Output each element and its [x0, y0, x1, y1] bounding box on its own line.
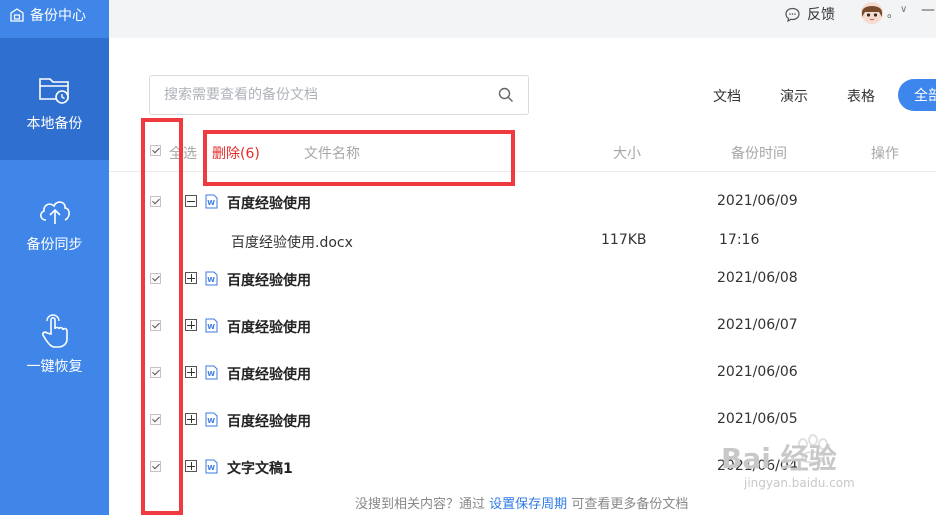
feedback-button[interactable]: 反馈 [785, 4, 835, 24]
word-doc-icon: W [205, 194, 218, 209]
chat-bubble-icon [785, 7, 800, 22]
row-date: 2021/06/05 [717, 411, 798, 427]
search-input[interactable] [164, 85, 484, 105]
row-name: 百度经验使用 [227, 320, 311, 336]
footer-hint: 没搜到相关内容？通过 设置保存周期 可查看更多备份文档 [355, 493, 688, 512]
row-name: 文字文稿1 [227, 461, 293, 477]
watermark-url: jingyan.baidu.com [744, 476, 855, 490]
child-file-size: 117KB [601, 232, 647, 248]
sidebar-item-backup-sync[interactable]: 备份同步 [0, 160, 109, 278]
child-file-row[interactable]: 百度经验使用.docx 117KB 17:16 [109, 226, 936, 256]
avatar-status: 。 [887, 6, 900, 20]
search-box [149, 75, 529, 115]
word-doc-icon: W [205, 459, 218, 474]
feedback-label: 反馈 [807, 7, 835, 23]
tab-sheet[interactable]: 表格 [847, 86, 875, 106]
svg-text:W: W [207, 323, 215, 331]
svg-text:W: W [207, 370, 215, 378]
table-row[interactable]: W 百度经验使用 2021/06/06 [109, 358, 936, 388]
collapse-toggle-icon[interactable] [185, 195, 197, 207]
tab-ppt[interactable]: 演示 [780, 86, 808, 106]
column-header-size: 大小 [613, 146, 641, 162]
footer-text-2: 可查看更多备份文档 [571, 497, 689, 512]
expand-toggle-icon[interactable] [185, 413, 197, 425]
table-row[interactable]: W 百度经验使用 2021/06/05 [109, 405, 936, 435]
brand-title: 备份中心 [30, 7, 86, 24]
cloud-upload-icon [39, 201, 70, 224]
expand-toggle-icon[interactable] [185, 366, 197, 378]
row-name: 百度经验使用 [227, 273, 311, 289]
backup-logo-icon [10, 7, 24, 22]
table-row[interactable]: W 百度经验使用 2021/06/07 [109, 311, 936, 341]
column-header-operation: 操作 [871, 146, 899, 162]
tab-all[interactable]: 全部 [898, 79, 936, 111]
tab-doc[interactable]: 文档 [713, 86, 741, 106]
expand-toggle-icon[interactable] [185, 460, 197, 472]
set-retention-link[interactable]: 设置保存周期 [489, 497, 567, 512]
sidebar-item-local-backup[interactable]: 本地备份 [0, 38, 109, 160]
sidebar-item-label: 本地备份 [26, 116, 83, 132]
word-doc-icon: W [205, 318, 218, 333]
child-file-name: 百度经验使用.docx [231, 235, 353, 251]
footer-text-1: 没搜到相关内容？通过 [355, 497, 486, 512]
expand-toggle-icon[interactable] [185, 272, 197, 284]
row-date: 2021/06/07 [717, 317, 798, 333]
column-header-time: 备份时间 [731, 146, 787, 162]
table-row[interactable]: W 百度经验使用 2021/06/08 [109, 264, 936, 294]
svg-text:W: W [207, 199, 215, 207]
child-file-time: 17:16 [719, 232, 760, 248]
avatar[interactable] [860, 1, 884, 25]
svg-text:W: W [207, 276, 215, 284]
row-name: 百度经验使用 [227, 196, 311, 212]
word-doc-icon: W [205, 271, 218, 286]
sidebar-item-label: 备份同步 [26, 237, 83, 253]
chevron-down-icon[interactable]: ∨ [900, 4, 907, 15]
search-icon[interactable] [498, 87, 514, 103]
sidebar-item-one-click-restore[interactable]: 一键恢复 [0, 278, 109, 408]
table-row[interactable]: W 百度经验使用 2021/06/09 [109, 187, 936, 217]
annotation-box-checkboxes [141, 118, 183, 515]
top-bar: 反馈 。 ∨ — [109, 0, 936, 38]
annotation-box-delete [203, 130, 515, 186]
minimize-button[interactable]: — [921, 2, 935, 18]
word-doc-icon: W [205, 412, 218, 427]
folder-clock-icon [38, 78, 69, 104]
row-name: 百度经验使用 [227, 414, 311, 430]
sidebar: 备份中心 本地备份 备份同步 一键恢复 [0, 0, 109, 515]
hand-pointer-icon [41, 314, 68, 348]
row-date: 2021/06/09 [717, 193, 798, 209]
word-doc-icon: W [205, 365, 218, 380]
watermark-text: Bai 经验 [721, 442, 837, 475]
expand-toggle-icon[interactable] [185, 319, 197, 331]
row-date: 2021/06/06 [717, 364, 798, 380]
svg-text:W: W [207, 464, 215, 472]
brand: 备份中心 [0, 0, 109, 29]
row-date: 2021/06/08 [717, 270, 798, 286]
sidebar-item-label: 一键恢复 [26, 359, 83, 375]
svg-text:W: W [207, 417, 215, 425]
row-name: 百度经验使用 [227, 367, 311, 383]
